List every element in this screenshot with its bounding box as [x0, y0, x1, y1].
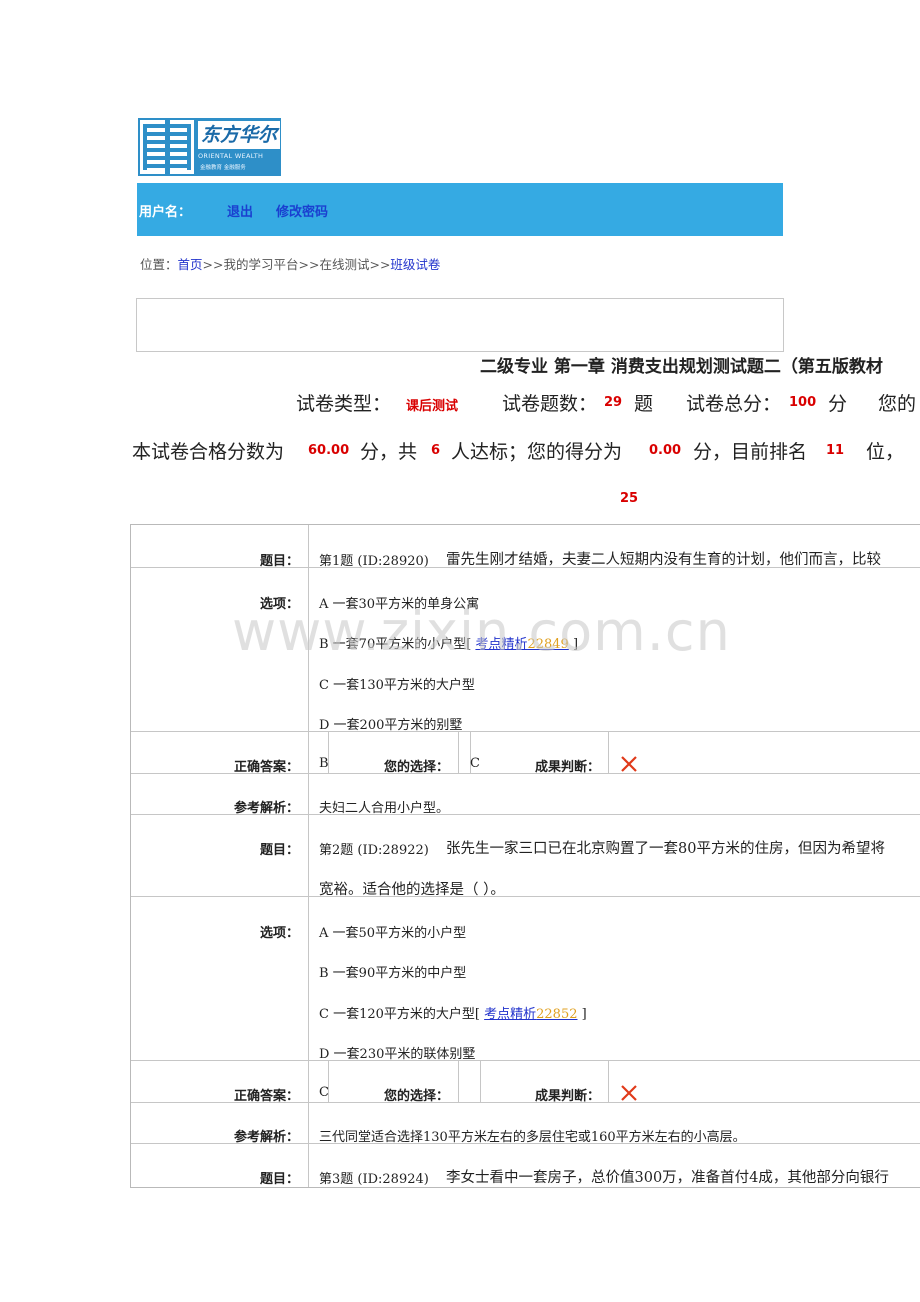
question-1-option-d: D 一套200平方米的别墅	[319, 718, 463, 733]
question-3-header: 第3题 (ID:28924)	[319, 1172, 429, 1187]
question-2-option-c: C 一套120平方米的大户型[ 考点精析22852 ]	[319, 1007, 587, 1022]
breadcrumb-class-paper-link[interactable]: 班级试卷	[390, 257, 440, 272]
judgement-label: 成果判断：	[534, 1089, 600, 1104]
question-label: 题目：	[259, 843, 299, 858]
your-label: 您的	[878, 393, 917, 415]
question-1-header: 第1题 (ID:28920)	[319, 554, 429, 569]
paper-title: 二级专业 第一章 消费支出规划测试题二（第五版教材	[480, 357, 883, 377]
question-count-unit: 题	[634, 393, 654, 415]
options-label: 选项：	[259, 926, 299, 941]
change-password-link[interactable]: 修改密码	[276, 201, 328, 220]
question-count-label: 试卷题数：	[502, 393, 598, 415]
breadcrumb-online-test: 在线测试	[319, 257, 370, 272]
question-1-text: 雷先生刚才结婚，夫妻二人短期内没有生育的计划，他们而言，比较	[446, 552, 881, 568]
your-score-label: 人达标；您的得分为	[451, 441, 623, 463]
rank-unit: 位，	[866, 441, 905, 463]
paper-type-label: 试卷类型：	[296, 393, 392, 415]
analysis-label: 参考解析：	[233, 1130, 299, 1145]
user-bar: 用户名： 退出 修改密码	[137, 183, 783, 236]
logo-mark-icon	[140, 120, 194, 174]
watermark: www.zixin.com.cn	[232, 600, 731, 663]
total-score-value: 100	[789, 395, 817, 410]
username-label: 用户名：	[139, 205, 192, 220]
rank-value: 11	[826, 443, 845, 458]
breadcrumb: 位置：首页>>我的学习平台>>在线测试>>班级试卷	[140, 254, 440, 273]
wrong-icon	[621, 1085, 637, 1101]
total-score-label: 试卷总分：	[686, 393, 782, 415]
your-choice-label: 您的选择：	[383, 760, 449, 775]
question-count-value: 29	[604, 395, 623, 410]
pass-count-value: 6	[431, 443, 441, 458]
breadcrumb-separator: >>	[202, 257, 224, 272]
pass-score-value: 60.00	[308, 443, 350, 458]
total-score-unit: 分	[828, 393, 848, 415]
logout-link[interactable]: 退出	[227, 201, 253, 220]
logo-brand-cn: 东方华尔	[198, 121, 280, 149]
breadcrumb-prefix: 位置：	[140, 257, 178, 272]
breadcrumb-separator: >>	[369, 257, 391, 272]
paper-type-value: 课后测试	[406, 399, 459, 414]
question-1-analysis: 夫妇二人合用小户型。	[319, 801, 450, 816]
pass-count-label: 分，共	[360, 441, 418, 463]
question-2-option-d: D 一套230平米的联体别墅	[319, 1047, 476, 1062]
question-2-option-b: B 一套90平方米的中户型	[319, 966, 467, 981]
wrong-icon	[621, 756, 637, 772]
breadcrumb-separator: >>	[298, 257, 320, 272]
logo-brand-tag: 金融教育 金融服务	[200, 165, 246, 171]
your-choice-label: 您的选择：	[383, 1089, 449, 1104]
question-2-text: 张先生一家三口已在北京购置了一套80平方米的住房，但因为希望将	[446, 841, 885, 857]
question-label: 题目：	[259, 554, 299, 569]
pass-score-label: 本试卷合格分数为	[132, 441, 285, 463]
logo-brand-en: ORIENTAL WEALTH	[198, 152, 264, 160]
question-2-header: 第2题 (ID:28922)	[319, 843, 429, 858]
your-score-value: 0.00	[649, 443, 682, 458]
judgement-label: 成果判断：	[534, 760, 600, 775]
question-label: 题目：	[259, 1172, 299, 1187]
question-3-text: 李女士看中一套房子，总价值300万，准备首付4成，其他部分向银行	[446, 1170, 889, 1186]
correct-answer-label: 正确答案：	[233, 760, 299, 775]
empty-panel	[136, 298, 784, 352]
breadcrumb-home-link[interactable]: 首页	[178, 257, 203, 272]
keypoint-link[interactable]: 考点精析22852	[484, 1007, 577, 1022]
total-people-value: 25	[620, 491, 639, 506]
question-1-option-c: C 一套130平方米的大户型	[319, 678, 475, 693]
company-logo: 东方华尔 ORIENTAL WEALTH 金融教育 金融服务	[138, 118, 281, 176]
rank-label: 分，目前排名	[693, 441, 808, 463]
question-2-text-cont: 宽裕。适合他的选择是（ ）。	[319, 882, 505, 898]
question-2-analysis: 三代同堂适合选择130平方米左右的多层住宅或160平方米左右的小高层。	[319, 1130, 746, 1145]
analysis-label: 参考解析：	[233, 801, 299, 816]
question-2-option-a: A 一套50平方米的小户型	[319, 926, 467, 941]
breadcrumb-platform: 我的学习平台	[223, 257, 299, 272]
correct-answer-label: 正确答案：	[233, 1089, 299, 1104]
